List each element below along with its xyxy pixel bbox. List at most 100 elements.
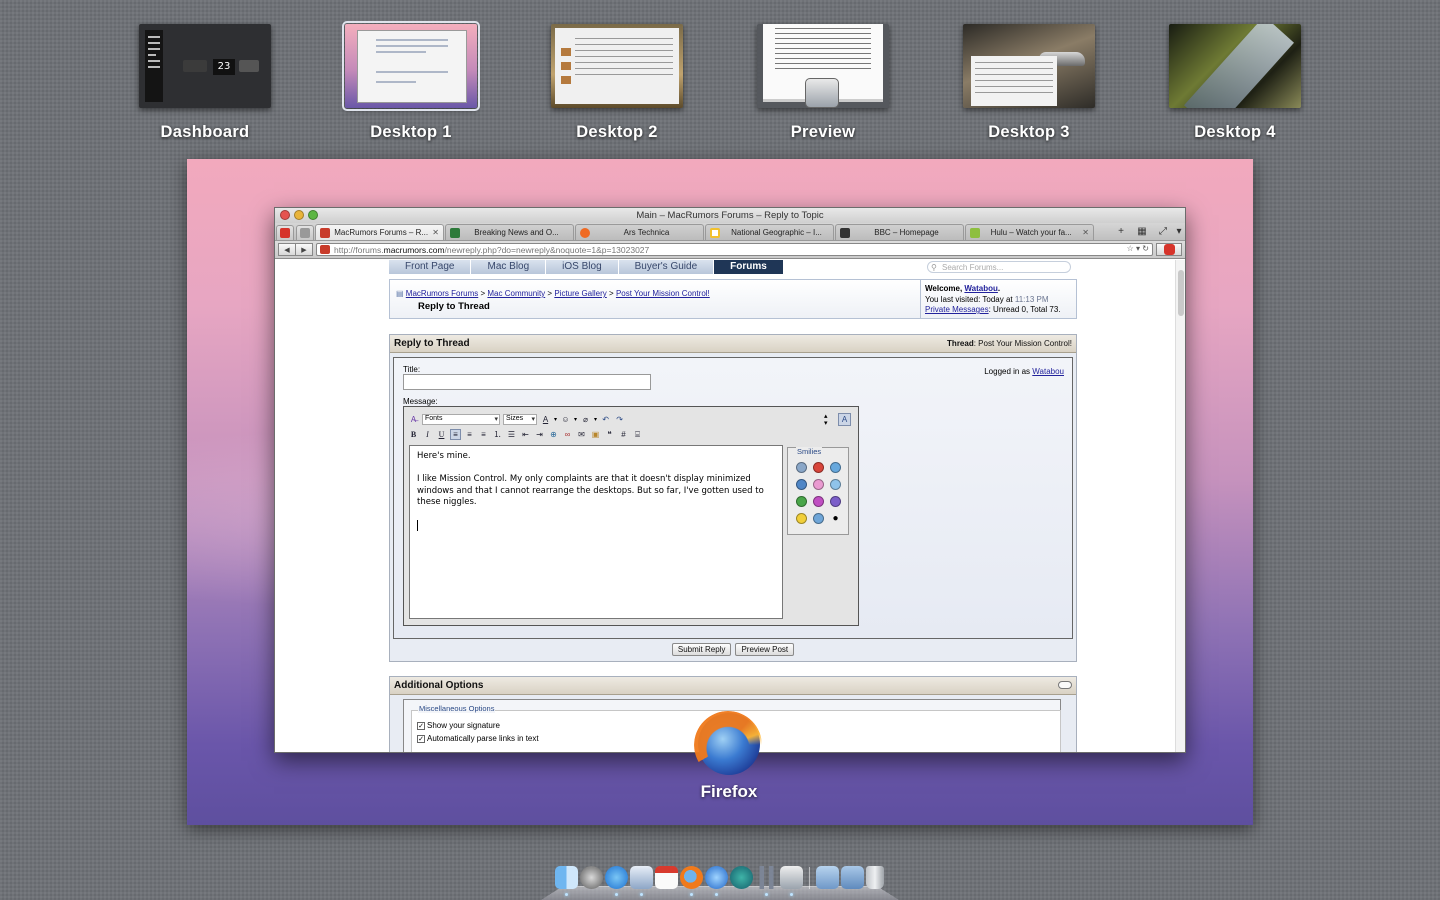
nav-buyers-guide[interactable]: Buyer's Guide	[618, 260, 715, 274]
nav-front-page[interactable]: Front Page	[389, 260, 472, 274]
close-tab-icon[interactable]: ✕	[1082, 228, 1089, 237]
smiley-icon[interactable]	[813, 479, 824, 490]
insert-link-icon[interactable]: ⊕	[548, 429, 559, 440]
space-preview[interactable]: Preview	[757, 24, 889, 142]
undo-icon[interactable]: ↶	[600, 414, 611, 425]
space-desktop-1[interactable]: Desktop 1	[342, 21, 480, 142]
smiley-icon[interactable]	[830, 496, 841, 507]
tab-ars-technica[interactable]: Ars Technica	[575, 224, 704, 240]
unlink-icon[interactable]: ∞	[562, 429, 573, 440]
downloads-folder-icon[interactable]	[841, 866, 864, 889]
fullscreen-icon[interactable]: ⤢	[1154, 224, 1172, 239]
url-bar[interactable]: http://forums.macrumors.com/newreply.php…	[316, 243, 1153, 256]
tab-breaking-news[interactable]: Breaking News and O...	[445, 224, 574, 240]
underline-icon[interactable]: U	[436, 429, 447, 440]
space-desktop-3[interactable]: Desktop 3	[963, 24, 1095, 142]
space-desktop-4[interactable]: Desktop 4	[1169, 24, 1301, 142]
outdent-icon[interactable]: ⇤	[520, 429, 531, 440]
desktop-2-thumbnail[interactable]	[551, 24, 683, 108]
adblock-icon[interactable]	[1156, 243, 1182, 256]
smiley-icon[interactable]	[830, 462, 841, 473]
space-dashboard[interactable]: 23 Dashboard	[139, 24, 271, 142]
desktop-3-thumbnail[interactable]	[963, 24, 1095, 108]
smiley-icon[interactable]	[796, 462, 807, 473]
italic-icon[interactable]: I	[422, 429, 433, 440]
tab-groups-icon[interactable]: ▦	[1133, 224, 1151, 239]
breadcrumb-link[interactable]: Post Your Mission Control!	[616, 289, 710, 298]
tab-list-icon[interactable]: ▾	[1175, 224, 1183, 239]
smiley-icon[interactable]	[796, 513, 807, 524]
align-center-icon[interactable]: ≡	[464, 429, 475, 440]
tab-macrumors[interactable]: MacRumors Forums – R... ✕	[315, 224, 444, 240]
align-right-icon[interactable]: ≡	[478, 429, 489, 440]
vertical-scrollbar[interactable]	[1175, 260, 1185, 752]
nav-mac-blog[interactable]: Mac Blog	[471, 260, 547, 274]
history-dropdown-icon[interactable]: ▾	[1136, 244, 1140, 253]
resize-editor-icon[interactable]: ▴ ▾	[824, 413, 828, 427]
desktop-1-thumbnail[interactable]	[342, 21, 480, 111]
bold-icon[interactable]: B	[408, 429, 419, 440]
show-signature-checkbox[interactable]: ✓ Show your signature	[417, 721, 500, 730]
switch-editor-mode-icon[interactable]: A	[838, 413, 851, 426]
applications-folder-icon[interactable]	[816, 866, 839, 889]
mail-icon[interactable]	[630, 866, 653, 896]
tab-hulu[interactable]: Hulu – Watch your fa... ✕	[965, 224, 1094, 240]
nav-ios-blog[interactable]: iOS Blog	[546, 260, 619, 274]
pinned-tab[interactable]	[276, 225, 294, 240]
trash-icon[interactable]	[866, 866, 884, 889]
ordered-list-icon[interactable]: ⒈	[492, 429, 503, 440]
forum-search-input[interactable]: ⚲ Search Forums...	[927, 261, 1071, 273]
submit-reply-button[interactable]: Submit Reply	[671, 643, 732, 656]
nav-forums[interactable]: Forums	[714, 260, 784, 274]
smiley-icon[interactable]	[830, 479, 841, 490]
ical-icon[interactable]	[655, 866, 678, 889]
logged-in-user-link[interactable]: Watabou	[1032, 367, 1064, 376]
collapse-icon[interactable]	[1058, 681, 1072, 689]
message-textarea[interactable]: Here's mine. I like Mission Control. My …	[409, 445, 783, 619]
attachment-icon[interactable]: ⌀	[580, 414, 591, 425]
remove-formatting-icon[interactable]: A̶	[408, 414, 419, 425]
insert-image-icon[interactable]: ▣	[590, 429, 601, 440]
redo-icon[interactable]: ↷	[614, 414, 625, 425]
smiley-icon[interactable]	[796, 496, 807, 507]
tab-national-geographic[interactable]: National Geographic – I...	[705, 224, 834, 240]
finder-icon[interactable]	[555, 866, 578, 896]
preview-icon[interactable]	[780, 866, 803, 896]
font-select[interactable]: Fonts	[422, 414, 500, 425]
active-app-label[interactable]: Firefox	[684, 713, 774, 802]
minimize-button[interactable]	[294, 210, 304, 220]
itunes-icon[interactable]	[705, 866, 728, 896]
space-desktop-2[interactable]: Desktop 2	[551, 24, 683, 142]
smiley-icon[interactable]	[796, 479, 807, 490]
scrollbar-thumb[interactable]	[1178, 270, 1184, 316]
breadcrumb-link[interactable]: MacRumors Forums	[406, 289, 478, 298]
title-field[interactable]	[403, 374, 651, 390]
app-store-icon[interactable]	[605, 866, 628, 896]
size-select[interactable]: Sizes	[503, 414, 537, 425]
firefox-icon[interactable]	[680, 866, 703, 896]
bookmark-star-icon[interactable]: ☆	[1127, 244, 1134, 253]
smiley-icon[interactable]	[813, 513, 824, 524]
zoom-button[interactable]	[308, 210, 318, 220]
firefox-window[interactable]: Main – MacRumors Forums – Reply to Topic…	[274, 207, 1186, 753]
username-link[interactable]: Watabou	[964, 284, 997, 293]
desktop-4-thumbnail[interactable]	[1169, 24, 1301, 108]
breadcrumb-link[interactable]: Mac Community	[487, 289, 545, 298]
close-tab-icon[interactable]: ✕	[432, 228, 439, 237]
preview-post-button[interactable]: Preview Post	[735, 643, 795, 656]
smiley-menu-icon[interactable]: ☺	[560, 414, 571, 425]
indent-icon[interactable]: ⇥	[534, 429, 545, 440]
wrap-code-icon[interactable]: #	[618, 429, 629, 440]
dashboard-thumbnail[interactable]: 23	[139, 24, 271, 108]
apple-smiley-icon[interactable]: ●	[830, 513, 841, 524]
preview-thumbnail[interactable]	[757, 24, 889, 108]
parallels-icon[interactable]	[755, 866, 778, 896]
insert-email-icon[interactable]: ✉	[576, 429, 587, 440]
smiley-icon[interactable]	[813, 462, 824, 473]
pinned-tab[interactable]	[296, 225, 314, 240]
quote-icon[interactable]: ❝	[604, 429, 615, 440]
align-left-icon[interactable]: ≡	[450, 429, 461, 440]
text-color-icon[interactable]: A	[540, 414, 551, 425]
breadcrumb-link[interactable]: Picture Gallery	[554, 289, 606, 298]
time-machine-icon[interactable]	[730, 866, 753, 889]
